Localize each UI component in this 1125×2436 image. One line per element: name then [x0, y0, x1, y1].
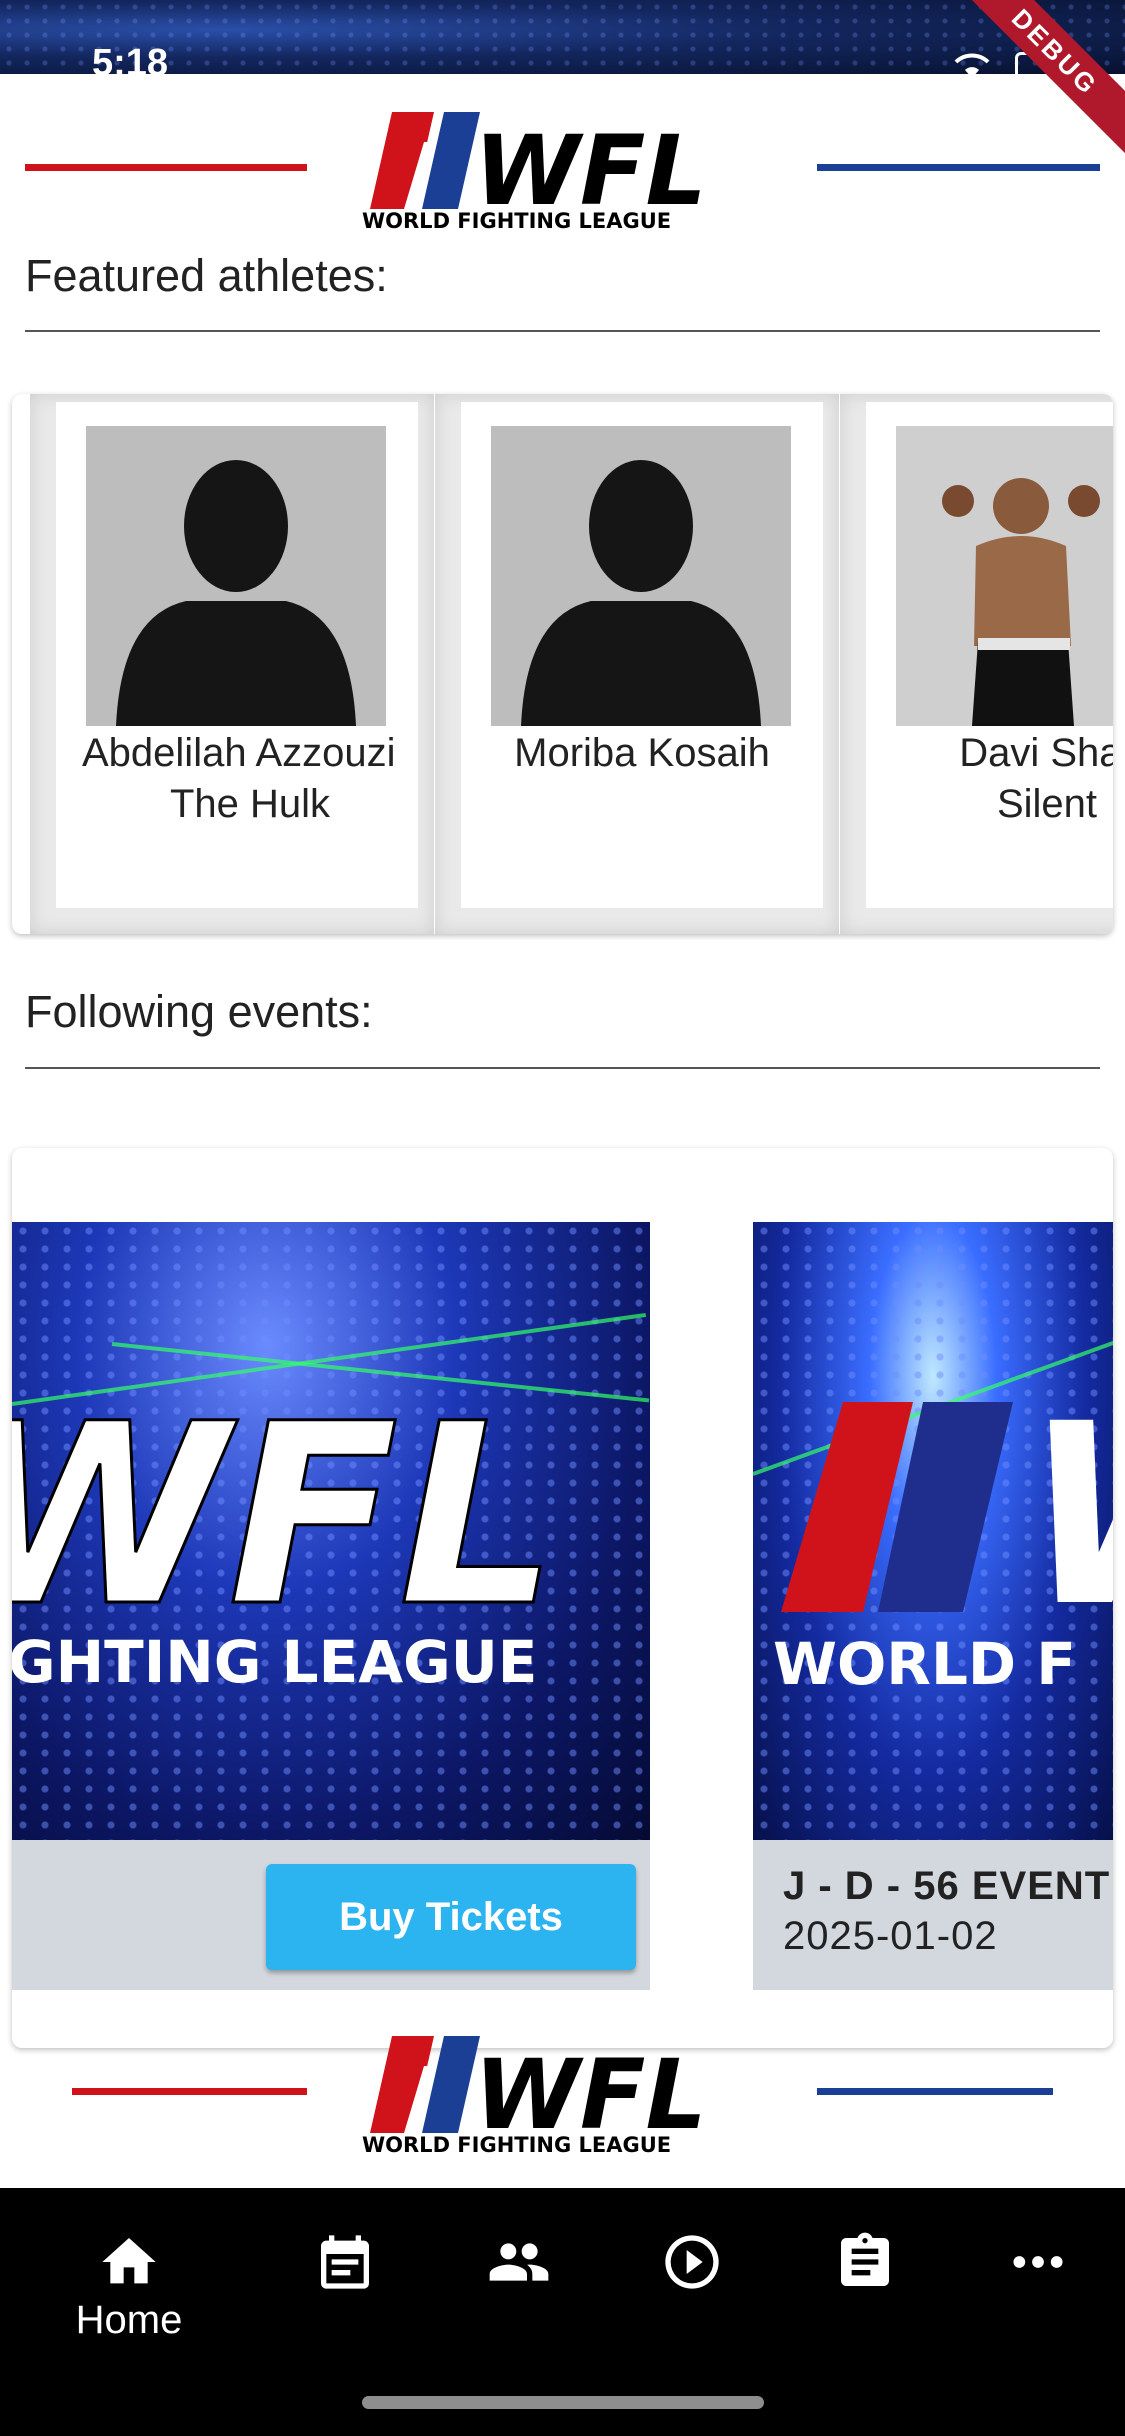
svg-text:WORLD FIGHTING LEAGUE: WORLD FIGHTING LEAGUE — [362, 2133, 671, 2157]
athletes-carousel[interactable]: Abdelilah Azzouzi The Hulk Moriba Kosaih — [12, 394, 1113, 934]
events-carousel[interactable]: WFL GHTING LEAGUE Buy Tickets W WORLD F … — [12, 1148, 1113, 2048]
events-divider — [25, 1067, 1100, 1069]
nav-results[interactable] — [800, 2218, 930, 2348]
event-title: J - D - 56 EVENT — [783, 1864, 1111, 1908]
svg-text:GHTING LEAGUE: GHTING LEAGUE — [12, 1628, 537, 1696]
athlete-nickname: Silent — [996, 782, 1098, 826]
buy-tickets-button[interactable]: Buy Tickets — [266, 1864, 636, 1970]
status-time: 5:18 — [92, 42, 169, 74]
wfl-logo: WFL WORLD FIGHTING LEAGUE — [362, 2036, 707, 2157]
more-icon — [1013, 2256, 1063, 2268]
athlete-placeholder-photo — [491, 426, 791, 726]
footer-red-line — [72, 2088, 307, 2095]
nav-athletes[interactable] — [454, 2218, 584, 2348]
athlete-placeholder-photo — [86, 426, 386, 726]
home-indicator[interactable] — [362, 2396, 764, 2409]
nav-events[interactable] — [280, 2218, 410, 2348]
svg-text:WORLD F: WORLD F — [773, 1630, 1076, 1698]
play-icon — [665, 2235, 719, 2289]
nav-more[interactable] — [973, 2218, 1103, 2348]
athlete-nickname: The Hulk — [169, 782, 331, 826]
nav-home[interactable]: Home — [64, 2218, 194, 2348]
svg-text:W: W — [1023, 1370, 1113, 1661]
wifi-icon — [954, 53, 990, 74]
athlete-card[interactable]: Davi Shar Silent — [840, 394, 1113, 934]
athlete-name: Abdelilah Azzouzi The Hulk — [56, 728, 418, 830]
header-logo-row: WFL WORLD FIGHTING LEAGUE — [0, 104, 1125, 234]
status-bar: 5:18 — [0, 0, 1125, 74]
athlete-photo — [896, 426, 1113, 726]
events-section-title: Following events: — [25, 986, 373, 1037]
header-red-line — [25, 164, 307, 171]
event-card[interactable]: W WORLD F J - D - 56 EVENT 2025-01-02 — [753, 1222, 1113, 1990]
athlete-card[interactable]: Abdelilah Azzouzi The Hulk — [30, 394, 434, 934]
athlete-name: Davi Shar Silent — [866, 728, 1113, 830]
event-date: 2025-01-02 — [783, 1914, 998, 1958]
event-card[interactable]: WFL GHTING LEAGUE Buy Tickets — [12, 1222, 650, 1990]
clipboard-icon — [841, 2232, 889, 2286]
home-icon — [102, 2238, 156, 2284]
svg-text:WFL: WFL — [12, 1370, 558, 1661]
bottom-navigation: Home — [0, 2188, 1125, 2436]
event-banner-image: W WORLD F — [753, 1222, 1113, 1840]
calendar-icon — [321, 2235, 369, 2289]
home-screen: WFL WORLD FIGHTING LEAGUE Featured athle… — [0, 74, 1125, 2188]
people-icon — [489, 2243, 549, 2281]
nav-videos[interactable] — [627, 2218, 757, 2348]
wfl-logo: WFL WORLD FIGHTING LEAGUE — [362, 112, 707, 233]
athlete-name: Moriba Kosaih — [514, 731, 770, 775]
header-blue-line — [817, 164, 1100, 171]
event-banner-image: WFL GHTING LEAGUE — [12, 1222, 650, 1840]
athletes-divider — [25, 330, 1100, 332]
nav-home-label: Home — [75, 2298, 183, 2342]
athletes-section-title: Featured athletes: — [25, 250, 388, 301]
footer-logo-row: WFL WORLD FIGHTING LEAGUE — [0, 2028, 1125, 2158]
svg-text:WORLD FIGHTING LEAGUE: WORLD FIGHTING LEAGUE — [362, 209, 671, 233]
footer-blue-line — [817, 2088, 1053, 2095]
athlete-card[interactable]: Moriba Kosaih — [435, 394, 839, 934]
